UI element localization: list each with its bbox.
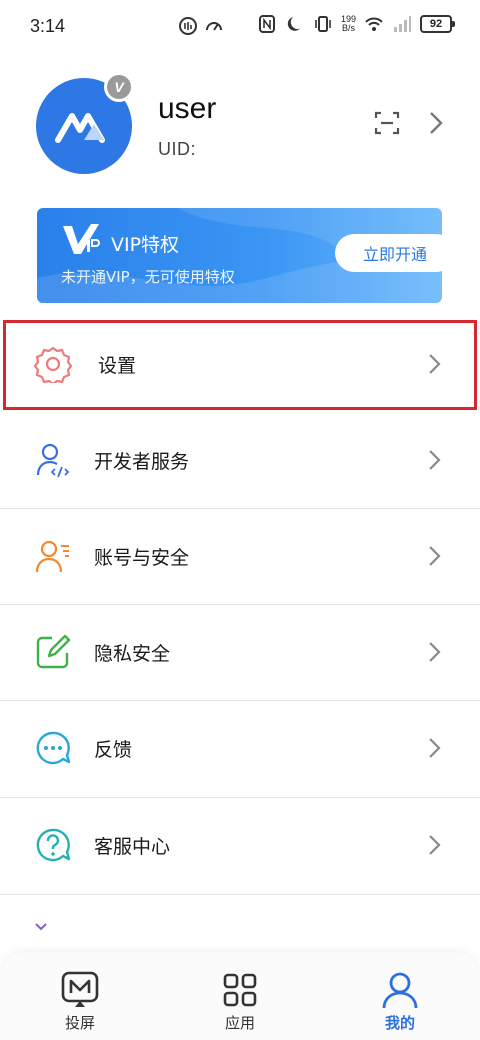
vibrate-icon [315,16,331,32]
vip-logo-icon [63,224,100,254]
menu-item-label: 账号与安全 [94,547,190,569]
tab-apps[interactable]: 应用 [160,952,320,1040]
wifi-icon [365,17,383,31]
tab-mine[interactable]: 我的 [320,952,480,1040]
scan-icon[interactable] [374,110,400,136]
status-time: 3:14 [30,16,66,36]
chevron-right-icon[interactable] [426,110,446,136]
chevron-right-icon [429,450,441,470]
tab-label: 应用 [224,1014,255,1032]
activate-vip-button[interactable]: 立即开通 [335,234,442,272]
feedback-icon [36,731,71,765]
chevron-right-icon [429,642,441,662]
cast-icon [61,971,99,1007]
menu-item-customer-service[interactable]: 客服中心 [0,797,480,893]
username: user [158,92,217,125]
tab-label: 我的 [384,1014,415,1032]
menu-item-account-security[interactable]: 账号与安全 [0,508,480,604]
moon-icon [287,17,301,31]
vip-badge: V [104,72,134,102]
menu-item-label: 隐私安全 [94,643,171,665]
person-icon [382,972,418,1009]
chevron-right-icon [429,738,441,758]
menu-item-label: 反馈 [94,739,133,761]
apps-grid-icon [223,973,257,1007]
menu-item-label: 客服中心 [94,836,171,858]
uid-label: UID: [158,139,196,159]
menu-item-developer[interactable]: 开发者服务 [0,412,480,508]
highlight-frame [3,320,477,410]
chevron-right-icon [429,835,441,855]
tab-cast[interactable]: 投屏 [0,952,160,1040]
tab-label: 投屏 [64,1014,95,1032]
partial-menu-icon [35,923,47,931]
menu-item-feedback[interactable]: 反馈 [0,700,480,796]
app-logo-icon [55,113,105,143]
privacy-icon [36,634,71,669]
battery-icon: 92 [420,15,455,33]
net-speed: 199 B/s [340,14,356,33]
vip-banner[interactable]: VIP特权 未开通VIP，无可使用特权 立即开通 [37,208,442,303]
vip-title: VIP特权 [111,234,180,256]
help-icon [36,828,71,862]
account-icon [35,540,69,573]
bottom-nav: 投屏 应用 我的 [0,952,480,1040]
speedometer-icon [206,22,222,31]
status-bar: 3:14 199 B/s 92 [0,0,480,56]
notification-icon [179,17,197,35]
menu-item-label: 开发者服务 [94,451,190,473]
chevron-right-icon [429,546,441,566]
divider [0,894,480,895]
signal-icon [394,16,411,32]
menu-item-privacy[interactable]: 隐私安全 [0,604,480,700]
nfc-icon [258,15,275,33]
developer-icon [36,443,70,478]
vip-subtitle: 未开通VIP，无可使用特权 [61,268,235,286]
